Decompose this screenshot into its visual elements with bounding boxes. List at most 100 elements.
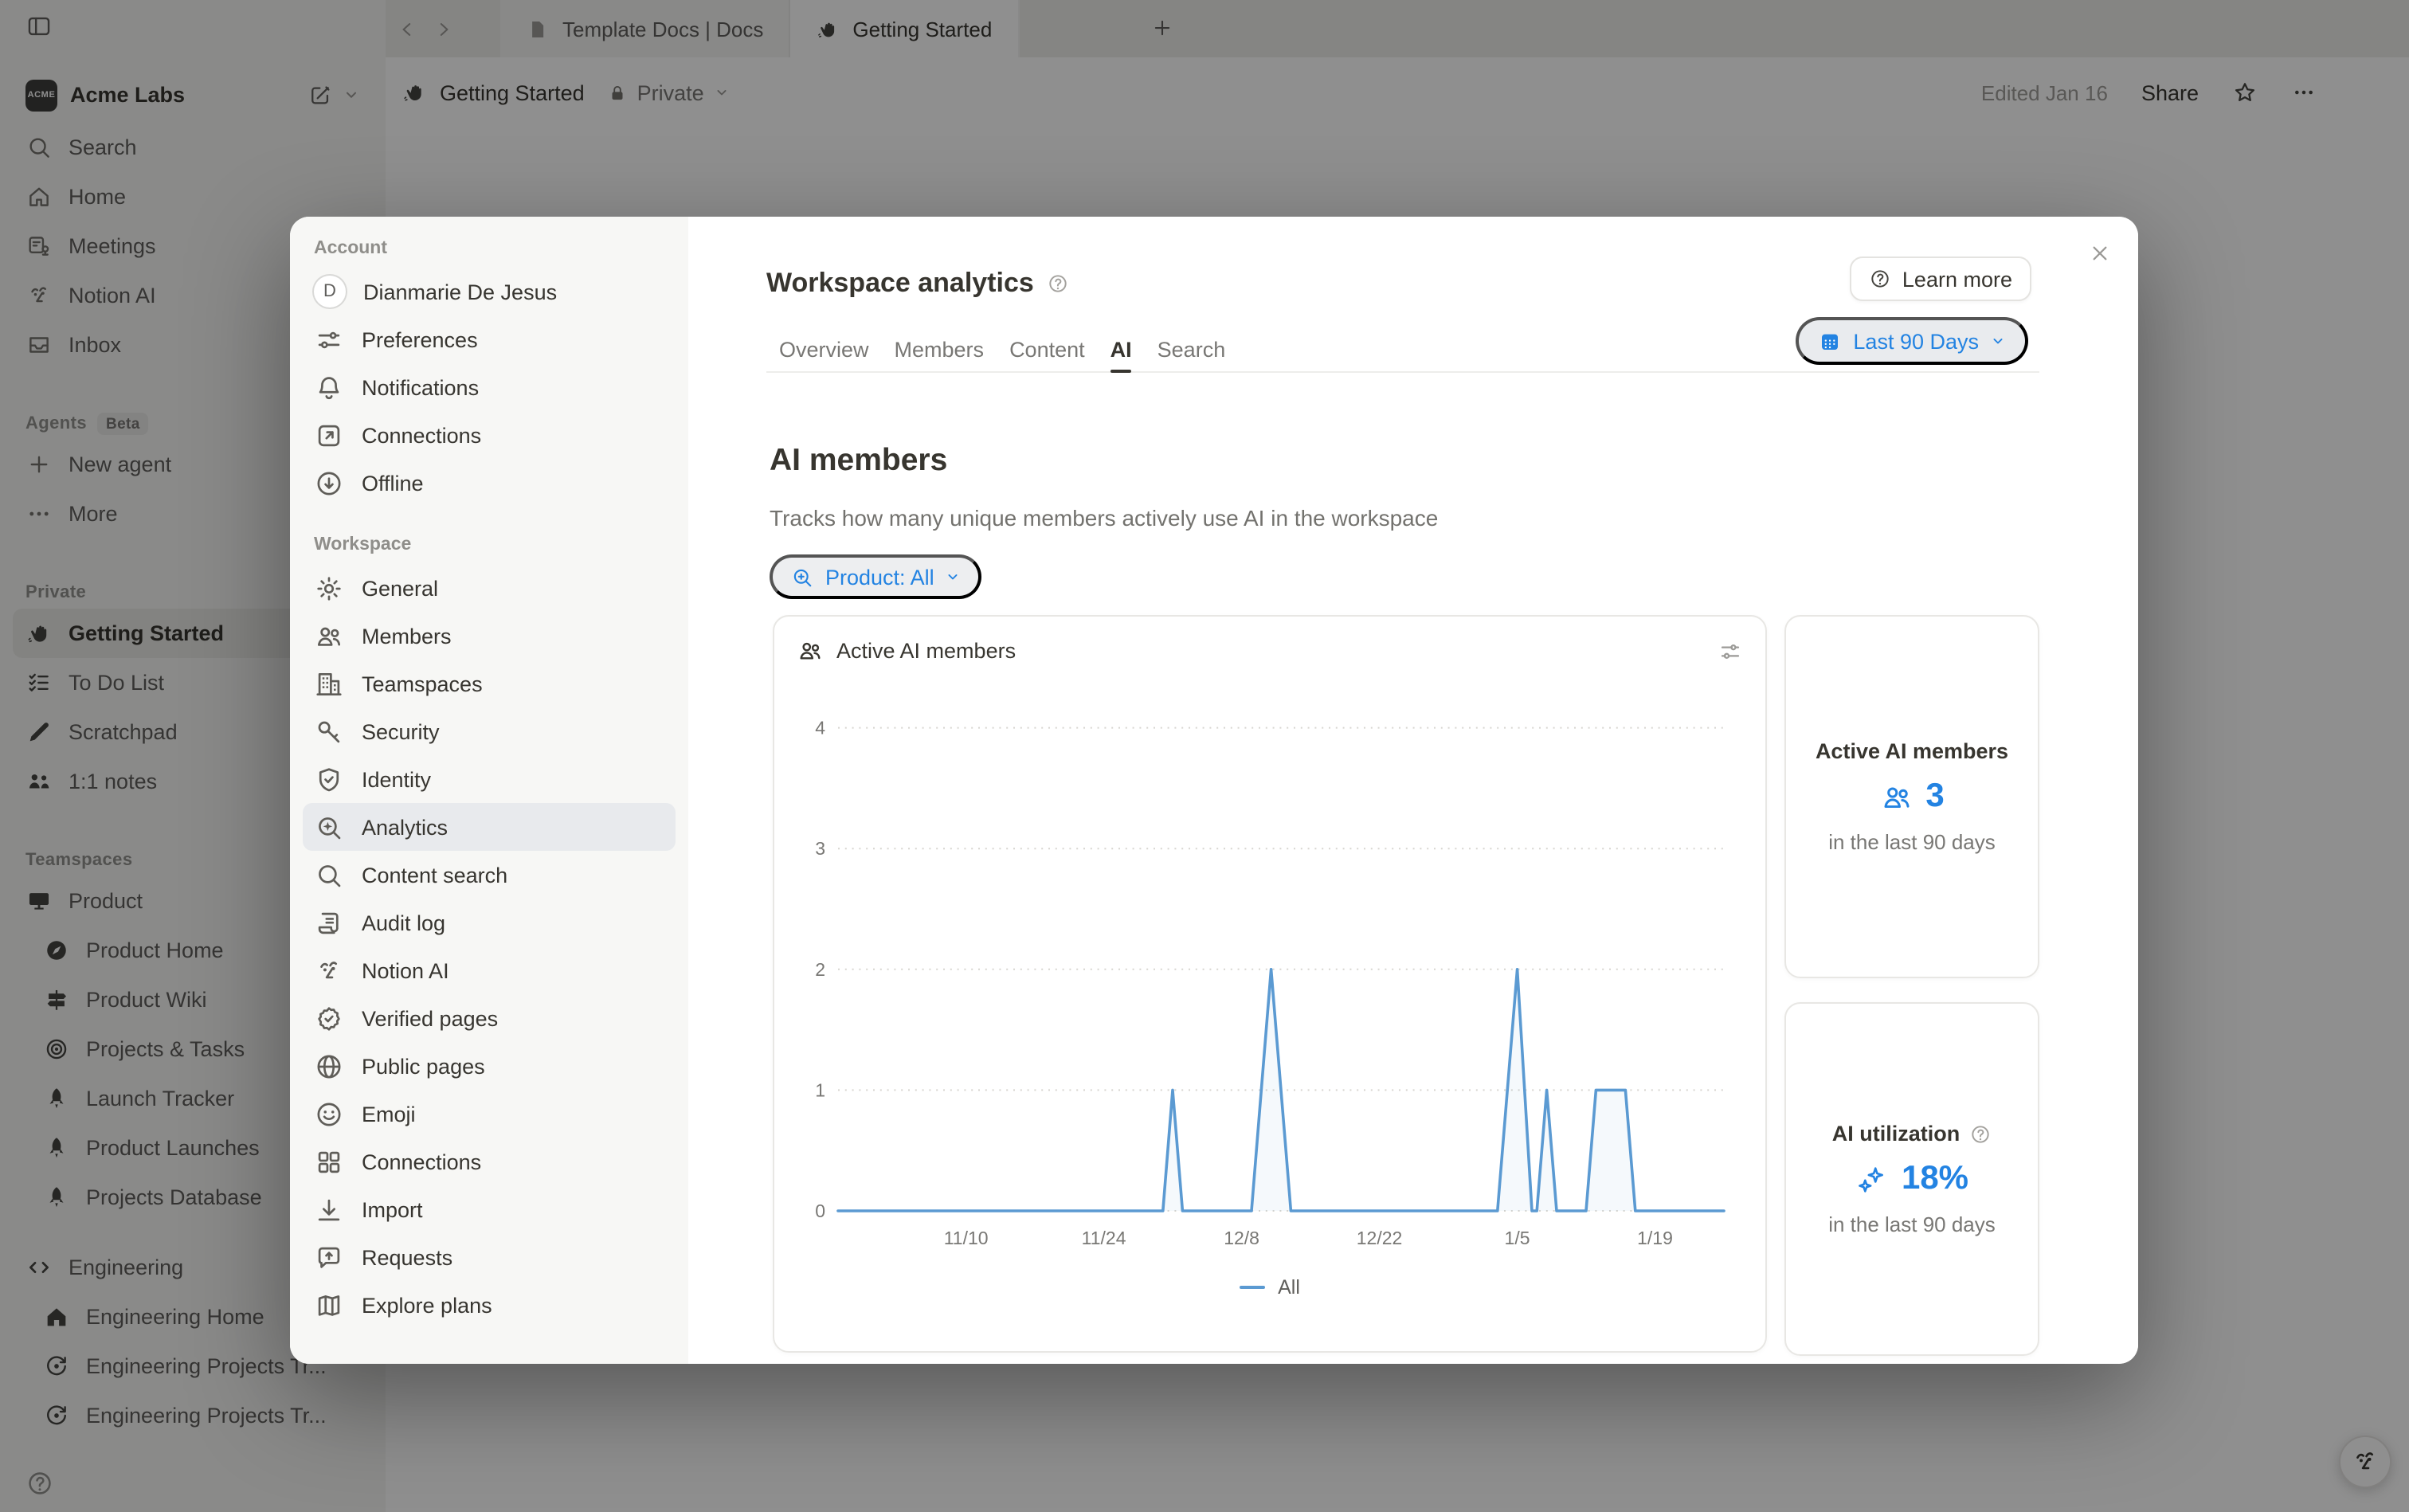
settings-menu-item-notifications[interactable]: Notifications [303,363,676,411]
y-tick-4: 4 [815,718,825,738]
settings-menu-item-label: Audit log [362,911,445,934]
settings-menu-item-label: Security [362,719,440,743]
settings-menu-item-requests[interactable]: Requests [303,1233,676,1281]
bell-icon [314,372,344,402]
settings-menu-item-label: Import [362,1197,423,1221]
notion-app: ACME Acme Labs Search Home Meetings [0,0,2409,1512]
close-icon[interactable] [2087,241,2113,266]
grid-icon [314,1146,344,1177]
chart-title: Active AI members [836,639,1016,663]
settings-menu-item-notion-ai[interactable]: Notion AI [303,946,676,994]
settings-menu-item-verified-pages[interactable]: Verified pages [303,994,676,1042]
learn-more-button[interactable]: Learn more [1850,257,2031,301]
settings-menu-item-content-search[interactable]: Content search [303,851,676,899]
settings-menu-item-audit-log[interactable]: Audit log [303,899,676,946]
settings-menu-item-label: Public pages [362,1054,485,1078]
help-circle-icon[interactable] [1969,1122,1992,1145]
people-icon [1879,780,1913,813]
date-range-filter[interactable]: Last 90 Days [1796,317,2028,365]
settings-menu-item-label: Preferences [362,327,478,351]
settings-menu-item-members[interactable]: Members [303,612,676,660]
settings-menu-item-label: Connections [362,423,481,447]
search-icon [314,860,344,890]
settings-menu-item-label: Explore plans [362,1293,492,1317]
settings-menu-item-teamspaces[interactable]: Teamspaces [303,660,676,707]
stat-card-caption: in the last 90 days [1828,1212,1996,1236]
stat-card-caption: in the last 90 days [1828,830,1996,854]
settings-menu-item-label: Analytics [362,815,448,839]
x-tick-1/19: 1/19 [1637,1228,1673,1248]
avatar: D [314,276,346,307]
settings-tab-members[interactable]: Members [895,328,985,371]
x-tick-11/10: 11/10 [944,1228,989,1248]
x-tick-11/24: 11/24 [1082,1228,1126,1248]
download-icon [314,1194,344,1224]
chevron-down-icon [1990,333,2006,349]
sliders-icon [314,324,344,354]
settings-tab-ai[interactable]: AI [1110,328,1132,371]
settings-menu-item-identity[interactable]: Identity [303,755,676,803]
section-description: Tracks how many unique members actively … [770,505,1438,531]
settings-menu-item-explore-plans[interactable]: Explore plans [303,1281,676,1329]
gear-icon [314,573,344,603]
settings-tab-overview[interactable]: Overview [779,328,869,371]
x-tick-12/8: 12/8 [1224,1228,1259,1248]
arrow-out-icon [314,420,344,450]
settings-tab-search[interactable]: Search [1157,328,1226,371]
settings-menu-item-public-pages[interactable]: Public pages [303,1042,676,1090]
stat-card-active-ai-members: Active AI members 3 in the last 90 days [1784,615,2039,978]
zoom-star-icon [314,812,344,842]
settings-menu-item-general[interactable]: General [303,564,676,612]
settings-modal: Account D Dianmarie De Jesus Preferences… [290,217,2138,1364]
settings-tab-label: Content [1009,338,1085,362]
settings-menu-item-connections-account[interactable]: Connections [303,411,676,459]
settings-menu-item-label: Emoji [362,1102,416,1126]
settings-section-workspace: Workspace [290,526,688,564]
stat-card-ai-utilization: AI utilization 18% in the last 90 days [1784,1002,2039,1356]
settings-menu-item-emoji[interactable]: Emoji [303,1090,676,1138]
settings-section-account: Account [290,229,688,268]
shield-icon [314,764,344,794]
settings-menu-item-label: Content search [362,863,507,887]
settings-content: Workspace analytics Learn more OverviewM… [688,217,2138,1364]
settings-menu-item-connections-workspace[interactable]: Connections [303,1138,676,1185]
settings-menu-item-label: Requests [362,1245,452,1269]
settings-tab-content[interactable]: Content [1009,328,1085,371]
y-tick-3: 3 [815,838,825,859]
settings-menu-item-preferences[interactable]: Preferences [303,315,676,363]
map-icon [314,1290,344,1320]
smiley-icon [314,1099,344,1129]
zoom-in-icon [790,565,814,589]
ai-members-line-chart: 4321011/1011/2412/812/221/51/19 [774,617,1765,1270]
section-title: AI members [770,443,947,480]
settings-tab-label: Overview [779,338,869,362]
request-icon [314,1242,344,1272]
settings-menu-item-offline[interactable]: Offline [303,459,676,507]
settings-tab-label: AI [1110,338,1132,362]
settings-menu-item-label: Identity [362,767,431,791]
product-filter-chip[interactable]: Product: All [770,554,982,599]
settings-menu-item-analytics[interactable]: Analytics [303,803,676,851]
chart-settings-icon[interactable] [1718,639,1743,664]
settings-menu-item-label: Members [362,624,452,648]
legend-label: All [1278,1276,1300,1299]
help-circle-icon [1869,268,1891,290]
globe-icon [314,1051,344,1081]
y-tick-0: 0 [815,1201,825,1221]
settings-menu-item-label: Verified pages [362,1006,498,1030]
legend-swatch [1240,1286,1265,1290]
building-icon [314,668,344,699]
stat-card-title: AI utilization [1832,1122,1960,1146]
badge-icon [314,1003,344,1033]
calendar-icon [1818,329,1842,353]
people-icon [314,621,344,651]
settings-menu-item-account-user[interactable]: D Dianmarie De Jesus [303,268,676,315]
settings-tab-label: Search [1157,338,1226,362]
x-tick-12/22: 12/22 [1357,1228,1403,1248]
settings-menu-item-security[interactable]: Security [303,707,676,755]
key-icon [314,716,344,746]
settings-menu: Account D Dianmarie De Jesus Preferences… [290,217,688,1364]
x-tick-1/5: 1/5 [1505,1228,1530,1248]
help-circle-icon[interactable] [1047,272,1069,295]
settings-menu-item-import[interactable]: Import [303,1185,676,1233]
